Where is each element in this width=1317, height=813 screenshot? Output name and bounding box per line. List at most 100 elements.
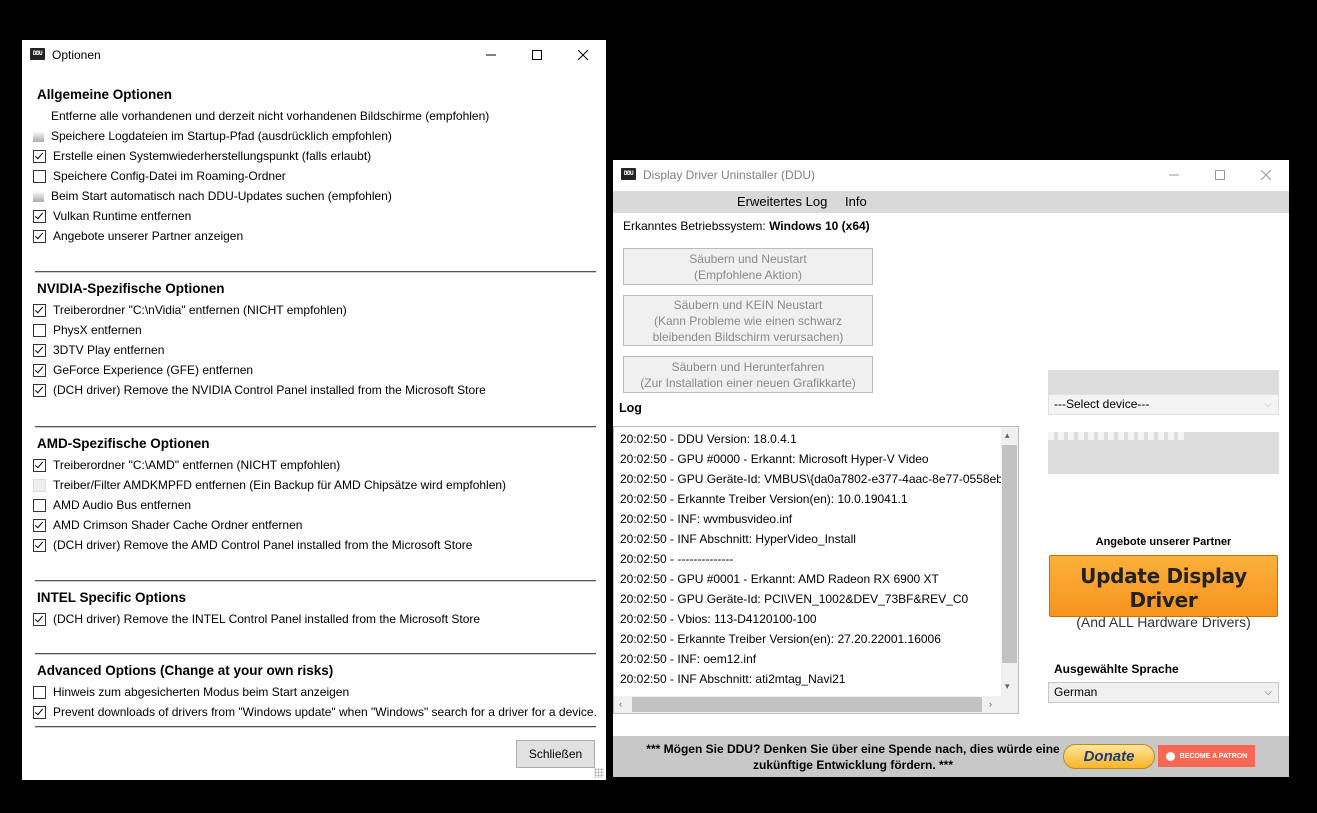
- language-select-value: German: [1054, 685, 1098, 699]
- ddu-app-icon: DDU: [30, 48, 45, 60]
- option-row[interactable]: Hinweis zum abgesicherten Modus beim Sta…: [33, 683, 349, 701]
- maximize-icon: [532, 50, 542, 60]
- chevron-down-icon: ⌵: [1264, 687, 1272, 698]
- option-row[interactable]: Treiberordner "C:\nVidia" entfernen (NIC…: [33, 301, 347, 319]
- option-label: Prevent downloads of drivers from "Windo…: [53, 705, 597, 719]
- log-listbox[interactable]: 20:02:50 - DDU Version: 18.0.4.1 20:02:50…: [613, 426, 1019, 714]
- option-checkbox[interactable]: [33, 229, 46, 243]
- option-row[interactable]: Entferne alle vorhandenen und derzeit ni…: [33, 107, 489, 125]
- option-row[interactable]: (DCH driver) Remove the INTEL Control Pa…: [33, 610, 480, 628]
- option-checkbox[interactable]: [33, 538, 46, 552]
- section-title: AMD-Spezifische Optionen: [37, 436, 210, 451]
- button-line: (Kann Probleme wie einen schwarz: [653, 313, 843, 328]
- maximize-button[interactable]: [514, 40, 560, 70]
- option-checkbox[interactable]: [33, 209, 46, 223]
- scroll-right-icon[interactable]: ›: [989, 699, 992, 709]
- log-line: 20:02:50 - INF: oem12.inf: [620, 652, 757, 666]
- os-info: Erkanntes Betriebssystem: Windows 10 (x6…: [623, 219, 870, 233]
- option-checkbox[interactable]: [33, 111, 44, 122]
- option-checkbox[interactable]: [33, 705, 46, 719]
- option-label: 3DTV Play entfernen: [53, 343, 165, 357]
- option-checkbox[interactable]: [33, 149, 46, 163]
- menu-info[interactable]: Info: [845, 194, 867, 209]
- clean-no-restart-button[interactable]: Säubern und KEIN Neustart (Kann Probleme…: [623, 295, 873, 346]
- option-checkbox[interactable]: [33, 383, 46, 397]
- option-row[interactable]: Erstelle einen Systemwiederherstellungsp…: [33, 147, 371, 165]
- option-row[interactable]: (DCH driver) Remove the NVIDIA Control P…: [33, 381, 486, 399]
- close-window-button[interactable]: [560, 40, 606, 70]
- section-title: INTEL Specific Options: [37, 590, 187, 605]
- maximize-button[interactable]: [1197, 160, 1243, 190]
- section-divider: [35, 653, 596, 655]
- option-checkbox[interactable]: [33, 343, 46, 357]
- minimize-button[interactable]: [1151, 160, 1197, 190]
- option-row[interactable]: AMD Audio Bus entfernen: [33, 496, 191, 514]
- option-checkbox[interactable]: [33, 478, 46, 492]
- device-select[interactable]: ---Select device--- ⌵: [1048, 394, 1279, 415]
- minimize-button[interactable]: [468, 40, 514, 70]
- section-title: Advanced Options (Change at your own ris…: [37, 663, 334, 678]
- language-select[interactable]: German ⌵: [1048, 682, 1279, 703]
- resize-grip[interactable]: [594, 768, 604, 778]
- option-checkbox[interactable]: [33, 363, 46, 377]
- option-checkbox[interactable]: [33, 130, 44, 142]
- patron-label: BECOME A PATRON: [1179, 752, 1248, 760]
- option-row[interactable]: Angebote unserer Partner anzeigen: [33, 227, 243, 245]
- option-row[interactable]: Vulkan Runtime entfernen: [33, 207, 191, 225]
- option-row[interactable]: (DCH driver) Remove the AMD Control Pane…: [33, 536, 472, 554]
- language-title: Ausgewählte Sprache: [1054, 662, 1179, 676]
- update-driver-banner[interactable]: Update Display Driver (And ALL Hardware …: [1049, 555, 1278, 630]
- option-label: Beim Start automatisch nach DDU-Updates …: [51, 189, 392, 203]
- option-row[interactable]: Prevent downloads of drivers from "Windo…: [33, 703, 597, 721]
- clean-and-shutdown-button[interactable]: Säubern und Herunterfahren (Zur Installa…: [623, 356, 873, 393]
- close-window-button[interactable]: [1243, 160, 1289, 190]
- button-line: (Zur Installation einer neuen Grafikkart…: [640, 375, 856, 390]
- scroll-thumb[interactable]: [632, 697, 982, 712]
- option-checkbox[interactable]: [33, 323, 46, 337]
- option-row[interactable]: 3DTV Play entfernen: [33, 341, 164, 359]
- option-row[interactable]: PhysX entfernen: [33, 321, 142, 339]
- option-checkbox[interactable]: [33, 303, 46, 317]
- ddu-app-icon: DDU: [621, 168, 636, 180]
- option-checkbox[interactable]: [33, 190, 44, 202]
- option-row[interactable]: GeForce Experience (GFE) entfernen: [33, 361, 253, 379]
- scroll-left-icon[interactable]: ‹: [619, 699, 622, 709]
- close-icon: [1261, 170, 1271, 180]
- option-checkbox[interactable]: [33, 498, 46, 512]
- option-row[interactable]: Speichere Logdateien im Startup-Pfad (au…: [33, 127, 392, 145]
- scroll-corner: [1001, 696, 1018, 713]
- clean-and-restart-button[interactable]: Säubern und Neustart (Empfohlene Aktion): [623, 248, 873, 285]
- option-checkbox[interactable]: [33, 518, 46, 532]
- scroll-down-icon[interactable]: ▾: [1005, 681, 1010, 692]
- option-checkbox[interactable]: [33, 169, 46, 183]
- section-divider: [35, 726, 596, 728]
- option-row[interactable]: Speichere Config-Datei im Roaming-Ordner: [33, 167, 286, 185]
- scroll-up-icon[interactable]: ▴: [1005, 430, 1010, 441]
- options-titlebar[interactable]: DDU Optionen: [22, 40, 606, 70]
- log-horizontal-scrollbar[interactable]: ‹ ›: [614, 696, 1002, 713]
- option-row[interactable]: Beim Start automatisch nach DDU-Updates …: [33, 187, 392, 205]
- donate-button[interactable]: Donate: [1063, 744, 1155, 769]
- maximize-icon: [1215, 170, 1225, 180]
- option-checkbox[interactable]: [33, 458, 46, 472]
- close-button[interactable]: Schließen: [516, 740, 595, 768]
- minimize-icon: [1169, 174, 1179, 176]
- log-line: 20:02:50 - INF Abschnitt: HyperVideo_Ins…: [620, 532, 856, 546]
- options-window-title: Optionen: [52, 48, 101, 62]
- ddu-titlebar[interactable]: DDU Display Driver Uninstaller (DDU): [613, 160, 1289, 190]
- log-vertical-scrollbar[interactable]: ▴ ▾: [1001, 427, 1018, 697]
- menu-erweitertes-log[interactable]: Erweitertes Log: [737, 194, 827, 209]
- option-checkbox[interactable]: [33, 685, 46, 699]
- option-row[interactable]: AMD Crimson Shader Cache Ordner entferne…: [33, 516, 302, 534]
- option-checkbox[interactable]: [33, 612, 46, 626]
- option-row[interactable]: Treiberordner "C:\AMD" entfernen (NICHT …: [33, 456, 340, 474]
- scroll-thumb[interactable]: [1002, 445, 1017, 663]
- os-label: Erkanntes Betriebssystem:: [623, 219, 766, 233]
- log-line: 20:02:50 - GPU Geräte-Id: VMBUS\{da0a780…: [620, 472, 1017, 486]
- log-line: 20:02:50 - Vbios: 113-D4120100-100: [620, 612, 817, 626]
- option-label: Hinweis zum abgesicherten Modus beim Sta…: [53, 685, 350, 699]
- section-title: Allgemeine Optionen: [37, 87, 173, 102]
- option-row[interactable]: Treiber/Filter AMDKMPFD entfernen (Ein B…: [33, 476, 506, 494]
- option-label: Treiberordner "C:\nVidia" entfernen (NIC…: [53, 303, 347, 317]
- become-patron-button[interactable]: BECOME A PATRON: [1158, 745, 1255, 767]
